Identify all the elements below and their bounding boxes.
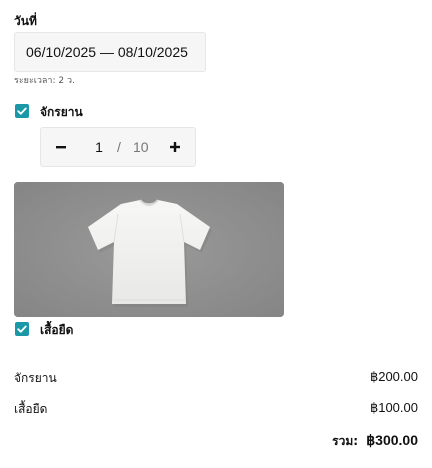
check-icon: [17, 325, 27, 333]
date-range-field[interactable]: 06/10/2025 — 08/10/2025: [14, 32, 206, 72]
total-value: ฿300.00: [366, 432, 418, 448]
summary-row-bicycle: จักรยาน ฿200.00: [14, 369, 418, 387]
increment-button[interactable]: [157, 128, 193, 166]
decrement-button[interactable]: [43, 128, 79, 166]
date-label: วันที่: [14, 14, 37, 28]
plus-icon: [170, 142, 180, 152]
summary-item-name: จักรยาน: [14, 371, 57, 385]
bicycle-checkbox[interactable]: [15, 104, 29, 118]
duration-text: ระยะเวลา: 2 ว.: [14, 76, 75, 86]
tshirt-label: เสื้อยืด: [40, 323, 74, 337]
total-row: รวม: ฿300.00: [332, 432, 418, 451]
summary-row-tshirt: เสื้อยืด ฿100.00: [14, 400, 418, 418]
quantity-max: 10: [133, 139, 149, 155]
summary-item-name: เสื้อยืด: [14, 402, 48, 416]
tshirt-image: [14, 182, 284, 317]
quantity-stepper: 1 / 10: [40, 127, 196, 167]
summary-item-price: ฿100.00: [369, 400, 418, 415]
total-label: รวม:: [332, 434, 359, 448]
date-range-value: 06/10/2025 — 08/10/2025: [26, 44, 188, 60]
minus-icon: [56, 146, 66, 149]
bicycle-label: จักรยาน: [40, 105, 83, 119]
quantity-separator: /: [117, 139, 121, 155]
tshirt-illustration: [14, 182, 284, 317]
tshirt-checkbox[interactable]: [15, 322, 29, 336]
quantity-value[interactable]: 1: [89, 128, 109, 166]
summary-item-price: ฿200.00: [369, 369, 418, 384]
check-icon: [17, 107, 27, 115]
